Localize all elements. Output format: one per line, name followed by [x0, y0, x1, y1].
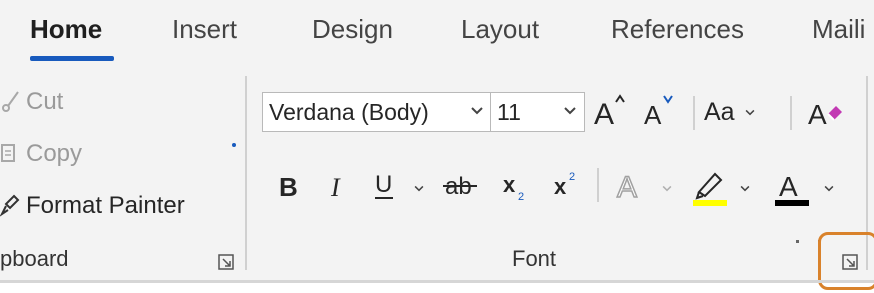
grow-font-button[interactable]: A	[592, 92, 628, 132]
chevron-down-icon	[564, 107, 576, 115]
copy-icon	[1, 144, 15, 162]
scissors-icon	[2, 91, 19, 112]
font-color-chevron-icon[interactable]	[822, 181, 836, 195]
font-color-button[interactable]: A	[772, 165, 812, 209]
change-case-button[interactable]: Aa	[704, 92, 776, 132]
svg-text:B: B	[279, 172, 298, 200]
tab-layout[interactable]: Layout	[461, 14, 539, 45]
svg-text:A: A	[617, 171, 637, 203]
highlight-color-chevron-icon[interactable]	[738, 181, 752, 195]
separator	[597, 168, 599, 202]
format-painter-button[interactable]: Format Painter	[0, 192, 185, 220]
subscript-icon: x 2	[503, 172, 524, 202]
svg-text:A: A	[808, 99, 827, 130]
ribbon-tabs: Home Insert Design Layout References Mai…	[0, 0, 874, 66]
clear-formatting-icon: A	[808, 99, 842, 130]
font-name-dropdown[interactable]: Verdana (Body)	[262, 92, 491, 132]
font-color-icon: A	[775, 171, 809, 206]
ribbon-bottom-border	[0, 280, 874, 283]
italic-icon: I	[330, 173, 341, 200]
svg-text:x: x	[503, 172, 516, 197]
text-effects-button[interactable]: A	[612, 165, 652, 205]
copy-label: Copy	[26, 140, 83, 167]
tab-insert[interactable]: Insert	[172, 14, 237, 45]
svg-text:2: 2	[569, 171, 575, 183]
format-painter-label: Format Painter	[26, 192, 185, 219]
highlighter-icon	[693, 172, 727, 206]
paintbrush-icon	[0, 194, 20, 217]
group-separator	[245, 76, 247, 270]
svg-text:x: x	[554, 174, 567, 199]
superscript-icon: x 2	[554, 171, 575, 199]
chevron-down-icon	[471, 107, 483, 115]
svg-text:A: A	[644, 100, 662, 130]
svg-text:2: 2	[518, 191, 524, 202]
superscript-button[interactable]: x 2	[551, 165, 587, 205]
strikethrough-icon: ab	[443, 173, 477, 200]
change-case-label: Aa	[704, 97, 735, 126]
font-name-value: Verdana (Body)	[269, 99, 429, 125]
text-effects-icon: A	[616, 170, 638, 203]
cut-label: Cut	[26, 88, 64, 115]
font-size-dropdown[interactable]: 11	[490, 92, 585, 132]
underline-icon: U	[375, 171, 393, 199]
shrink-font-icon: A	[644, 95, 673, 130]
italic-button[interactable]: I	[324, 165, 352, 205]
tab-references[interactable]: References	[611, 14, 744, 45]
underline-options-chevron-icon[interactable]	[412, 181, 426, 195]
svg-text:A: A	[779, 171, 798, 202]
clipboard-dialog-launcher-icon[interactable]	[218, 254, 234, 270]
cut-button[interactable]: Cut	[0, 88, 63, 116]
active-tab-indicator	[30, 56, 114, 61]
shrink-font-button[interactable]: A	[642, 92, 678, 132]
separator	[790, 96, 792, 130]
font-group-label: Font	[512, 246, 557, 271]
font-size-value: 11	[497, 99, 521, 125]
separator	[693, 96, 695, 130]
strikethrough-button[interactable]: ab	[442, 165, 482, 205]
bold-button[interactable]: B	[274, 165, 302, 205]
clipboard-group-label: pboard	[0, 246, 69, 271]
text-effects-chevron-icon[interactable]	[660, 181, 674, 195]
highlight-color-button[interactable]	[690, 165, 730, 209]
indicator-dot	[232, 143, 236, 147]
svg-text:I: I	[330, 173, 341, 200]
bold-icon: B	[279, 172, 298, 200]
tab-mailings[interactable]: Maili	[812, 14, 865, 45]
svg-text:U: U	[375, 171, 392, 198]
dot	[796, 240, 799, 243]
grow-font-icon: A	[594, 94, 625, 131]
subscript-button[interactable]: x 2	[500, 165, 536, 205]
chevron-down-icon	[745, 109, 755, 116]
underline-button[interactable]: U	[370, 165, 398, 205]
clear-formatting-button[interactable]: A	[802, 92, 852, 132]
tab-design[interactable]: Design	[312, 14, 393, 45]
tab-home[interactable]: Home	[30, 14, 102, 45]
svg-text:A: A	[594, 98, 614, 131]
copy-button[interactable]: Copy	[0, 140, 82, 168]
